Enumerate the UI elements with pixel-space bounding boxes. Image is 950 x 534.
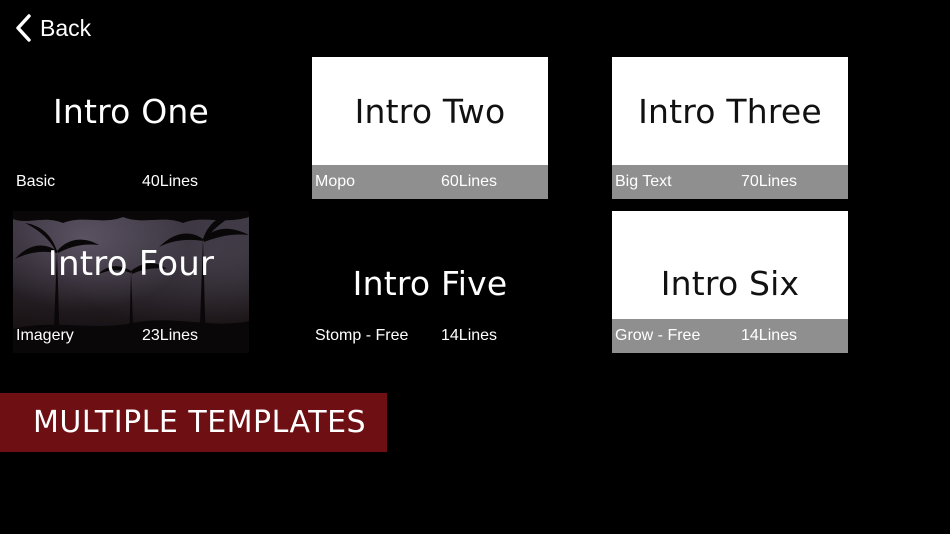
template-card-intro-five[interactable]: Intro Five Stomp - Free 14Lines	[312, 211, 548, 353]
template-preview: Intro Two	[312, 57, 548, 165]
template-info-bar: Stomp - Free 14Lines	[312, 319, 548, 353]
template-title: Intro Four	[47, 244, 215, 284]
template-card-intro-one[interactable]: Intro One Basic 40Lines	[13, 57, 249, 199]
template-info-bar: Grow - Free 14Lines	[612, 319, 848, 353]
template-preview: Intro Three	[612, 57, 848, 165]
template-preview: Intro One	[13, 57, 249, 165]
template-card-intro-six[interactable]: Intro Six Grow - Free 14Lines	[612, 211, 848, 353]
chevron-left-icon	[16, 14, 31, 42]
template-lines: 40Lines	[142, 173, 199, 190]
template-lines: 70Lines	[741, 173, 798, 190]
template-card-intro-four[interactable]: Intro Four Imagery 23Lines	[13, 211, 249, 353]
template-card-intro-two[interactable]: Intro Two Mopo 60Lines	[312, 57, 548, 199]
template-lines: 14Lines	[441, 327, 498, 344]
promo-banner-text: MULTIPLE TEMPLATES	[33, 405, 367, 440]
template-style: Basic	[16, 173, 56, 190]
template-style: Grow - Free	[615, 327, 701, 344]
template-style: Mopo	[315, 173, 356, 190]
template-info-bar: Big Text 70Lines	[612, 165, 848, 199]
back-button[interactable]: Back	[14, 12, 91, 44]
template-title: Intro One	[52, 91, 210, 131]
template-style: Big Text	[615, 173, 672, 190]
template-title: Intro Three	[638, 91, 822, 131]
template-title: Intro Two	[354, 91, 506, 131]
template-title: Intro Five	[352, 263, 508, 303]
template-lines: 60Lines	[441, 173, 498, 190]
promo-banner: MULTIPLE TEMPLATES	[0, 393, 387, 452]
template-lines: 23Lines	[142, 327, 199, 344]
template-style: Stomp - Free	[315, 327, 409, 344]
template-title: Intro Six	[660, 263, 800, 303]
template-preview: Intro Five	[312, 211, 548, 319]
template-style: Imagery	[16, 327, 74, 344]
template-lines: 14Lines	[741, 327, 798, 344]
template-info-bar: Basic 40Lines	[13, 165, 249, 199]
template-card-intro-three[interactable]: Intro Three Big Text 70Lines	[612, 57, 848, 199]
back-label: Back	[40, 14, 92, 41]
template-info-bar: Imagery 23Lines	[13, 319, 249, 353]
template-preview: Intro Six	[612, 211, 848, 319]
template-info-bar: Mopo 60Lines	[312, 165, 548, 199]
